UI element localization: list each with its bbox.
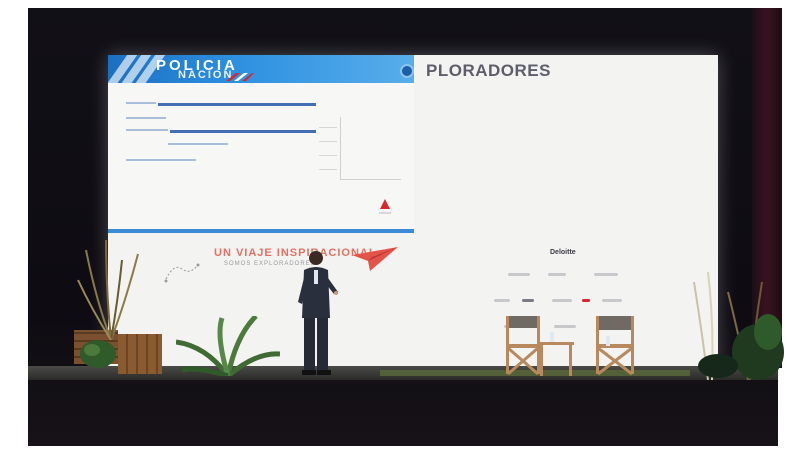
sponsor-logo <box>494 299 510 302</box>
world-map-icon <box>164 263 200 283</box>
fern-plant <box>176 316 280 376</box>
speaker-person <box>298 251 338 375</box>
slide-bar <box>158 103 316 106</box>
sponsor-logo-text: Deloitte <box>550 249 576 256</box>
side-table <box>538 332 574 376</box>
slide-left-panel: POLICIA NACION <box>108 55 414 233</box>
slide-bar <box>126 102 156 104</box>
slide-bar <box>126 117 166 119</box>
stage-photo: POLICIA NACION PLORADORES UN VIAJE INSPI… <box>0 0 792 452</box>
marker-icon <box>379 199 391 214</box>
sponsor-logo <box>522 299 534 302</box>
right-plants <box>693 271 784 380</box>
sponsor-logo <box>548 273 566 276</box>
wooden-crate <box>118 334 162 374</box>
slide-bar <box>168 143 228 145</box>
slide-header-banner: POLICIA NACION <box>108 55 414 83</box>
sponsor-logo <box>508 273 530 276</box>
sponsor-logo <box>552 299 572 302</box>
slide-bar <box>126 159 196 161</box>
emblem-icon <box>400 64 414 78</box>
sponsor-logo <box>594 273 618 276</box>
slide-blue-rule <box>108 229 414 233</box>
potted-plant <box>80 340 116 368</box>
slide-mini-chart <box>319 117 401 180</box>
slide-bar <box>170 130 316 133</box>
slide-title: PLORADORES <box>426 61 551 80</box>
sponsor-logo <box>582 299 590 302</box>
flag-mark-icon <box>226 73 254 81</box>
sponsor-logo <box>602 299 622 302</box>
tall-grass-plant <box>77 240 139 340</box>
slide-bar <box>126 129 168 131</box>
directors-chair <box>596 316 634 376</box>
